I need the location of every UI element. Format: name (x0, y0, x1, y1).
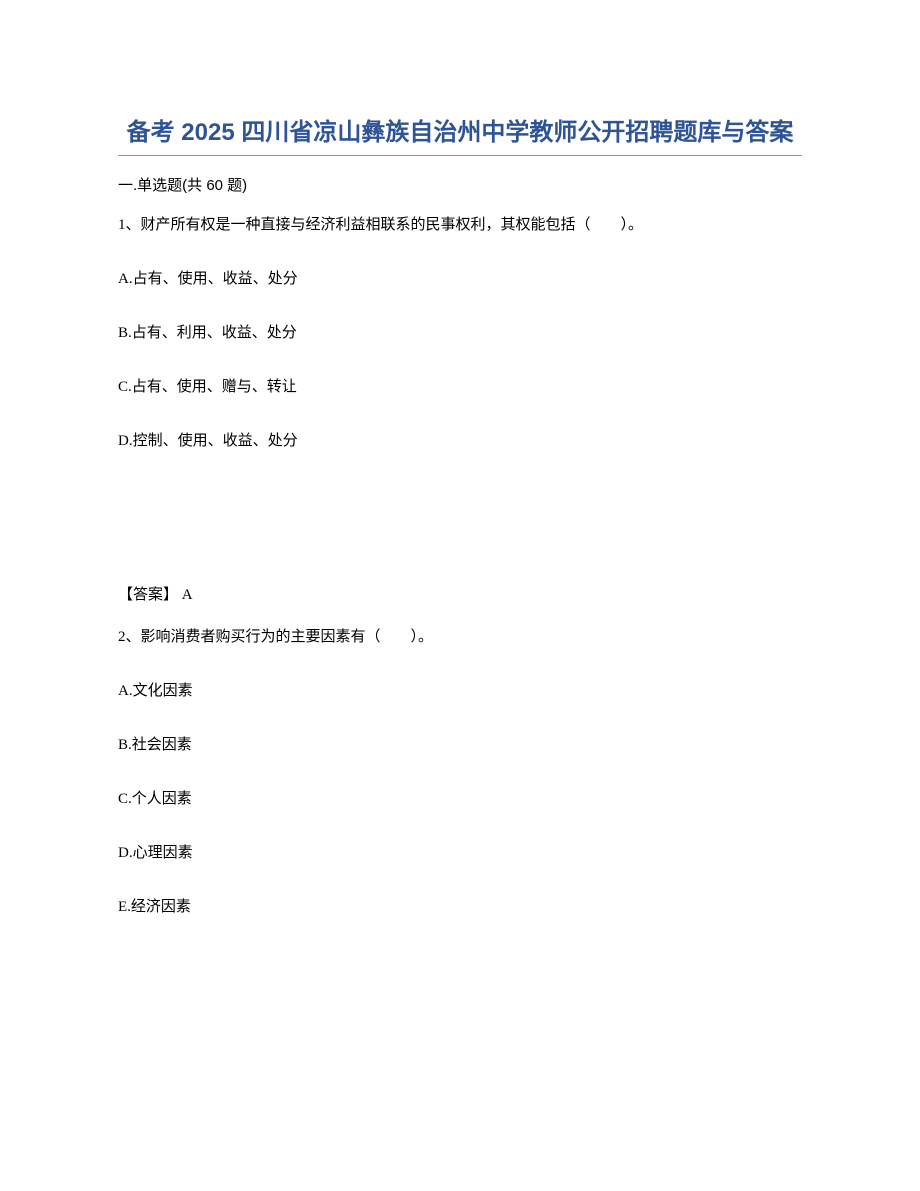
question-2-option-a: A.文化因素 (118, 679, 802, 703)
question-2-option-d: D.心理因素 (118, 841, 802, 865)
question-1-option-d: D.控制、使用、收益、处分 (118, 429, 802, 453)
question-2-option-e: E.经济因素 (118, 895, 802, 919)
question-1-answer: 【答案】 A (118, 583, 802, 607)
question-1-text: 1、财产所有权是一种直接与经济利益相联系的民事权利，其权能包括（ ）。 (118, 213, 802, 237)
question-1-option-c: C.占有、使用、赠与、转让 (118, 375, 802, 399)
question-2-option-c: C.个人因素 (118, 787, 802, 811)
question-2-option-b: B.社会因素 (118, 733, 802, 757)
question-1-option-a: A.占有、使用、收益、处分 (118, 267, 802, 291)
question-1-option-b: B.占有、利用、收益、处分 (118, 321, 802, 345)
section-header: 一.单选题(共 60 题) (118, 174, 802, 195)
question-2-text: 2、影响消费者购买行为的主要因素有（ ）。 (118, 625, 802, 649)
title-divider (118, 155, 802, 156)
document-title: 备考 2025 四川省凉山彝族自治州中学教师公开招聘题库与答案 (118, 115, 802, 151)
